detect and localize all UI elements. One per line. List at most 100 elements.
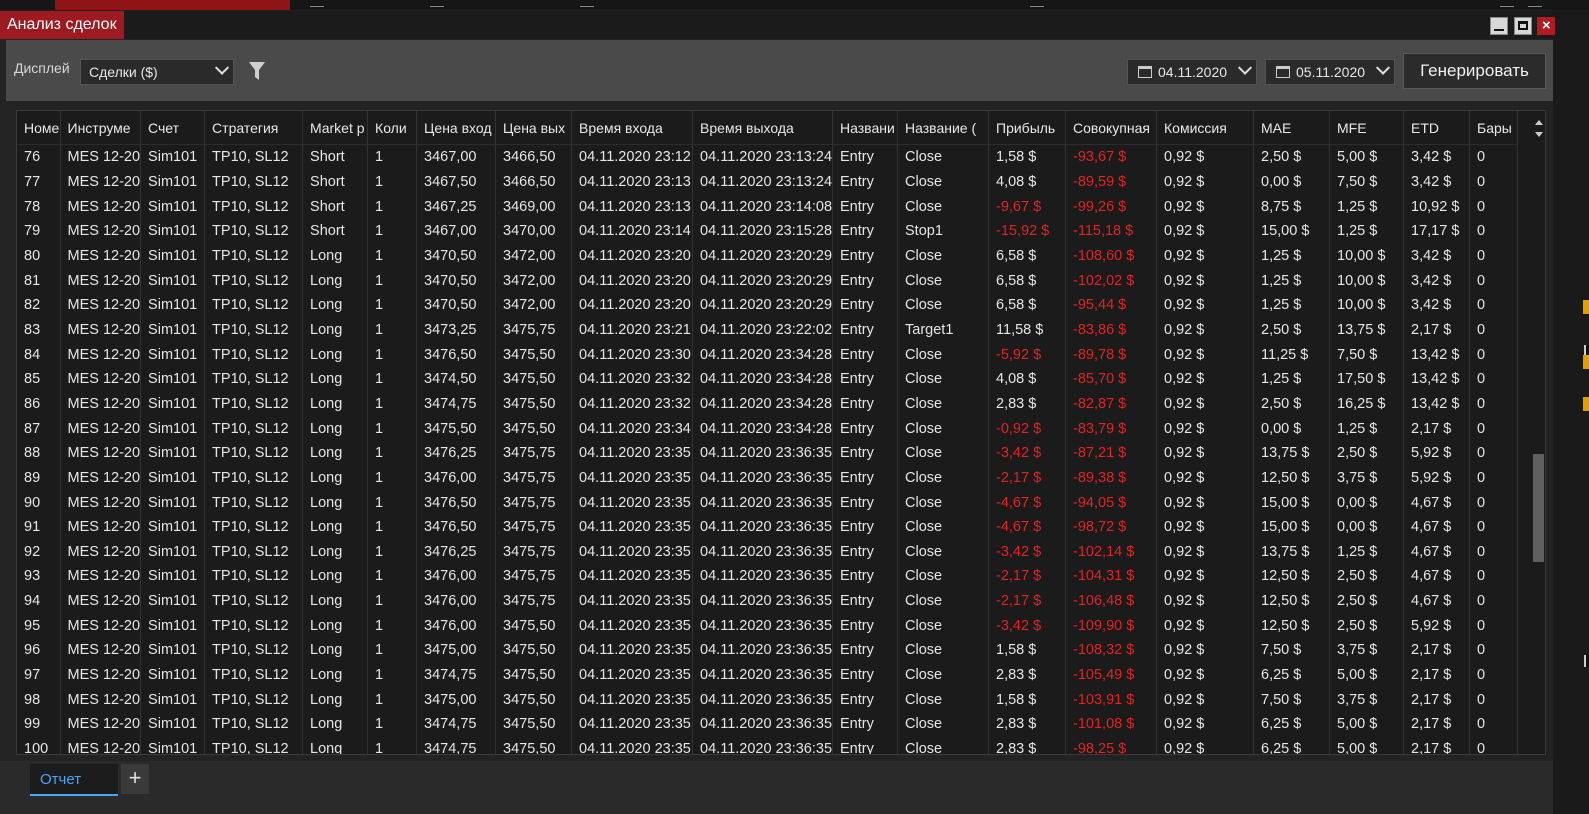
table-cell: 1 xyxy=(367,342,418,367)
column-header[interactable]: Market p xyxy=(302,111,369,145)
column-header[interactable]: Счет xyxy=(140,111,206,145)
table-row[interactable]: 77 MES 12-20 Sim101 TP10, SL12 Short 1 3467,50… xyxy=(17,169,1519,195)
table-cell: Long xyxy=(302,613,369,639)
table-cell: 04.11.2020 23:13:24 xyxy=(692,144,834,170)
table-row[interactable]: 95 MES 12-20 Sim101 TP10, SL12 Long 1 3476,00 3… xyxy=(17,613,1519,639)
table-row[interactable]: 78 MES 12-20 Sim101 TP10, SL12 Short 1 3467,25… xyxy=(17,194,1519,219)
maximize-button[interactable] xyxy=(1514,17,1532,35)
table-row[interactable]: 85 MES 12-20 Sim101 TP10, SL12 Long 1 3474,50 3… xyxy=(17,366,1519,392)
table-row[interactable]: 94 MES 12-20 Sim101 TP10, SL12 Long 1 3476,00 3… xyxy=(17,588,1519,614)
table-row[interactable]: 92 MES 12-20 Sim101 TP10, SL12 Long 1 3476,25 3… xyxy=(17,539,1519,565)
table-row[interactable]: 88 MES 12-20 Sim101 TP10, SL12 Long 1 3476,25 3… xyxy=(17,440,1519,466)
report-tab-bar: Отчет + xyxy=(0,761,1553,814)
table-row[interactable]: 90 MES 12-20 Sim101 TP10, SL12 Long 1 3476,50 3… xyxy=(17,490,1519,515)
column-header[interactable]: Цена вход xyxy=(416,111,497,145)
table-row[interactable]: 83 MES 12-20 Sim101 TP10, SL12 Long 1 3473,25 3… xyxy=(17,317,1519,343)
table-row[interactable]: 79 MES 12-20 Sim101 TP10, SL12 Short 1 3467,00… xyxy=(17,218,1519,244)
table-cell: TP10, SL12 xyxy=(204,218,304,244)
column-header[interactable]: Коли xyxy=(367,111,418,145)
column-header[interactable]: Названи xyxy=(832,111,899,145)
table-cell: 0 xyxy=(1469,317,1519,343)
table-cell: Entry xyxy=(832,638,899,663)
table-cell: Close xyxy=(897,366,990,392)
table-cell: Sim101 xyxy=(140,539,206,565)
table-row[interactable]: 80 MES 12-20 Sim101 TP10, SL12 Long 1 3470,50 3… xyxy=(17,243,1519,269)
table-cell: 1 xyxy=(367,243,418,269)
column-header[interactable]: MFE xyxy=(1329,111,1405,145)
background-toolbar-mark xyxy=(1500,0,1514,7)
table-cell: MES 12-20 xyxy=(60,564,142,589)
table-cell: -2,17 $ xyxy=(988,564,1067,589)
table-cell: 04.11.2020 23:35 xyxy=(571,514,694,540)
table-row[interactable]: 89 MES 12-20 Sim101 TP10, SL12 Long 1 3476,00 3… xyxy=(17,465,1519,491)
table-row[interactable]: 86 MES 12-20 Sim101 TP10, SL12 Long 1 3474,75 3… xyxy=(17,391,1519,417)
filter-icon[interactable] xyxy=(248,60,266,82)
table-row[interactable]: 91 MES 12-20 Sim101 TP10, SL12 Long 1 3476,50 3… xyxy=(17,514,1519,540)
generate-button[interactable]: Генерировать xyxy=(1403,53,1546,89)
display-select[interactable]: Сделки ($) xyxy=(80,59,234,85)
column-header[interactable]: Инструме xyxy=(60,111,142,145)
column-header[interactable]: Время выхода xyxy=(692,111,834,145)
table-cell: Stop1 xyxy=(897,218,990,244)
table-cell: Close xyxy=(897,564,990,589)
scroll-up-icon[interactable] xyxy=(1535,120,1543,125)
table-cell: 13,75 $ xyxy=(1253,440,1331,466)
table-cell: 11,25 $ xyxy=(1253,342,1331,367)
table-row[interactable]: 82 MES 12-20 Sim101 TP10, SL12 Long 1 3470,50 3… xyxy=(17,292,1519,318)
table-cell: 0 xyxy=(1469,366,1519,392)
table-cell: 92 xyxy=(17,539,61,565)
table-row[interactable]: 76 MES 12-20 Sim101 TP10, SL12 Short 1 3467,00… xyxy=(17,144,1519,170)
table-row[interactable]: 81 MES 12-20 Sim101 TP10, SL12 Long 1 3470,50 3… xyxy=(17,268,1519,293)
column-header[interactable]: Совокупная xyxy=(1065,111,1158,145)
table-cell: Long xyxy=(302,564,369,589)
table-cell: -4,67 $ xyxy=(988,514,1067,540)
table-row[interactable]: 87 MES 12-20 Sim101 TP10, SL12 Long 1 3475,50 3… xyxy=(17,416,1519,441)
date-from-picker[interactable]: 04.11.2020 xyxy=(1127,59,1257,85)
table-cell: -102,02 $ xyxy=(1065,268,1158,293)
table-row[interactable]: 98 MES 12-20 Sim101 TP10, SL12 Long 1 3475,00 3… xyxy=(17,687,1519,713)
table-cell: Close xyxy=(897,440,990,466)
vertical-scrollbar[interactable] xyxy=(1531,111,1545,754)
column-header[interactable]: Цена вых xyxy=(495,111,573,145)
table-row[interactable]: 97 MES 12-20 Sim101 TP10, SL12 Long 1 3474,75 3… xyxy=(17,662,1519,688)
table-cell: Sim101 xyxy=(140,490,206,515)
column-header[interactable]: Время входа xyxy=(571,111,694,145)
column-header[interactable]: ETD xyxy=(1403,111,1471,145)
table-cell: TP10, SL12 xyxy=(204,440,304,466)
table-cell: 3,42 $ xyxy=(1403,268,1471,293)
table-cell: 10,00 $ xyxy=(1329,292,1405,318)
table-cell: Sim101 xyxy=(140,638,206,663)
table-row[interactable]: 99 MES 12-20 Sim101 TP10, SL12 Long 1 3474,75 3… xyxy=(17,712,1519,737)
scroll-down-icon[interactable] xyxy=(1535,132,1543,137)
table-cell: 04.11.2020 23:36:35 xyxy=(692,662,834,688)
table-row[interactable]: 100 MES 12-20 Sim101 TP10, SL12 Long 1 3474,75… xyxy=(17,736,1519,754)
column-header[interactable]: Номе xyxy=(17,111,61,145)
column-header[interactable]: Прибыль xyxy=(988,111,1067,145)
background-toolbar-mark xyxy=(430,0,444,7)
table-cell: 1 xyxy=(367,465,418,491)
table-cell: 04.11.2020 23:35 xyxy=(571,564,694,589)
scrollbar-thumb[interactable] xyxy=(1533,454,1544,562)
table-cell: MES 12-20 xyxy=(60,342,142,367)
column-header[interactable]: MAE xyxy=(1253,111,1331,145)
column-header[interactable]: Комиссия xyxy=(1156,111,1255,145)
table-row[interactable]: 96 MES 12-20 Sim101 TP10, SL12 Long 1 3475,00 3… xyxy=(17,638,1519,663)
tab-report[interactable]: Отчет xyxy=(30,764,118,796)
title-bar[interactable]: Анализ сделок × xyxy=(0,11,1555,39)
close-button[interactable]: × xyxy=(1537,17,1555,35)
date-to-picker[interactable]: 05.11.2020 xyxy=(1265,59,1395,85)
minimize-button[interactable] xyxy=(1490,17,1508,35)
table-row[interactable]: 84 MES 12-20 Sim101 TP10, SL12 Long 1 3476,50 3… xyxy=(17,342,1519,367)
table-row[interactable]: 93 MES 12-20 Sim101 TP10, SL12 Long 1 3476,00 3… xyxy=(17,564,1519,589)
column-header[interactable]: Стратегия xyxy=(204,111,304,145)
table-cell: 3470,50 xyxy=(416,243,497,269)
table-cell: 3475,50 xyxy=(495,613,573,639)
table-cell: TP10, SL12 xyxy=(204,317,304,343)
table-cell: 04.11.2020 23:20 xyxy=(571,292,694,318)
table-cell: -3,42 $ xyxy=(988,539,1067,565)
column-header[interactable]: Бары xyxy=(1469,111,1519,145)
table-cell: 13,42 $ xyxy=(1403,366,1471,392)
column-header[interactable]: Название ( xyxy=(897,111,990,145)
table-cell: Close xyxy=(897,342,990,367)
add-tab-button[interactable]: + xyxy=(121,764,149,794)
